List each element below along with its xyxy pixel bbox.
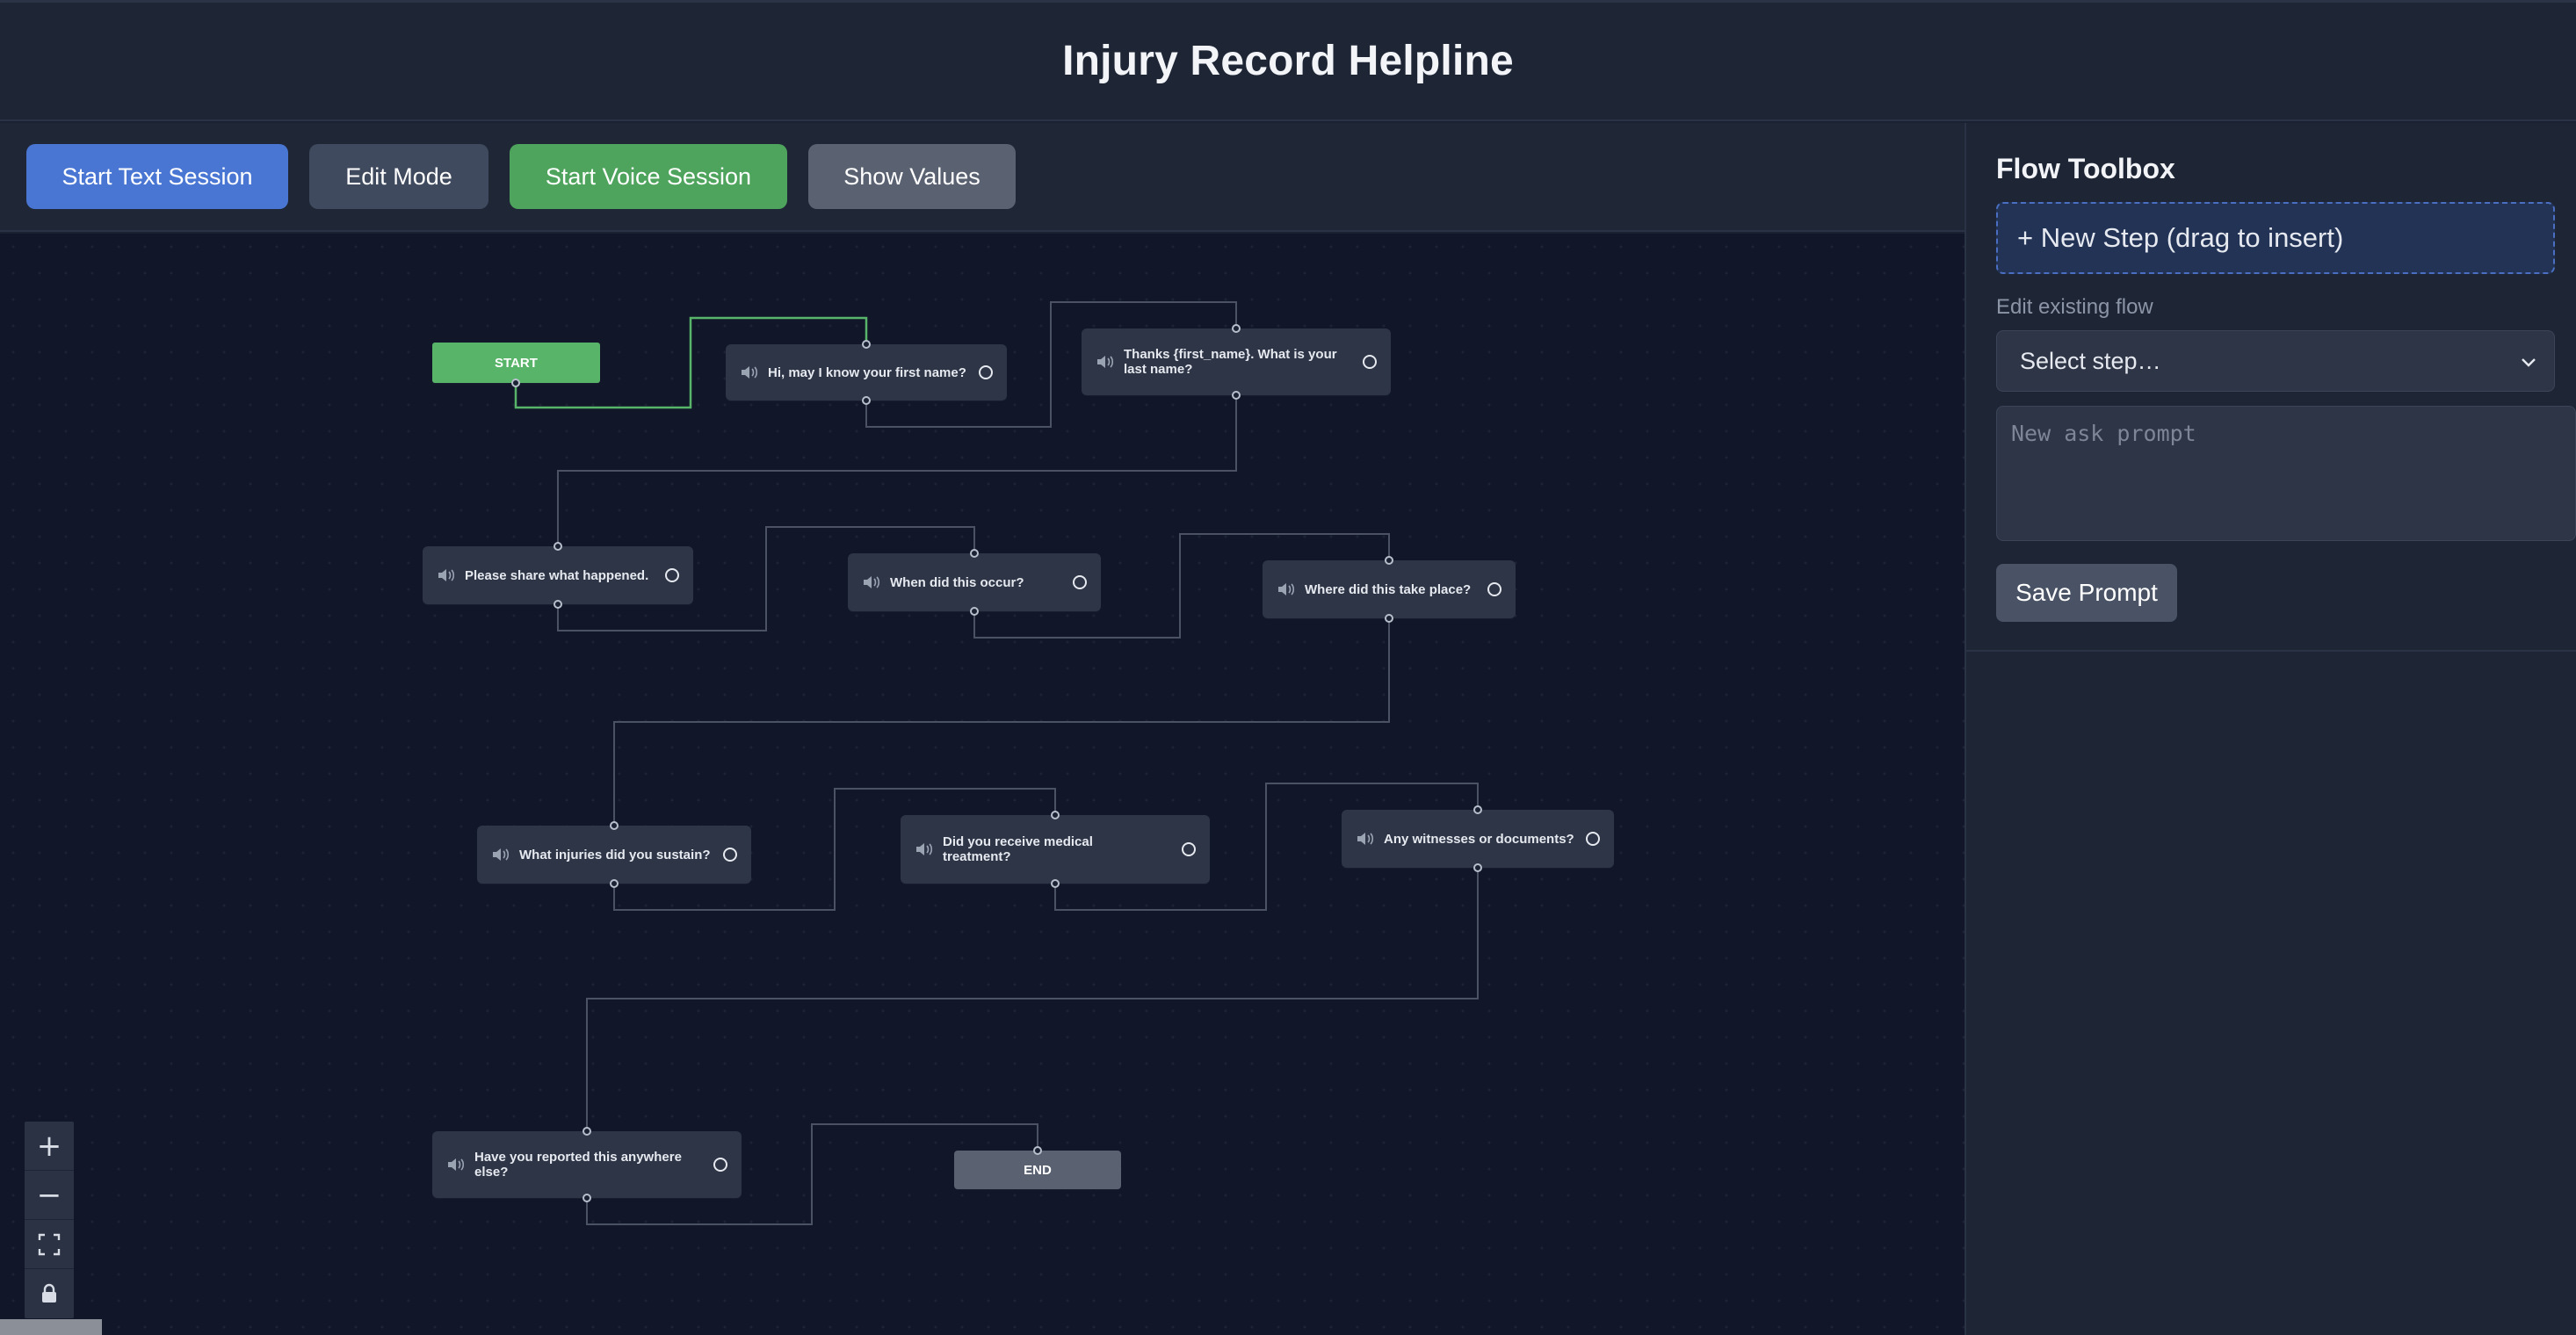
circle-icon	[979, 365, 993, 379]
flow-step[interactable]: Any witnesses or documents?	[1342, 810, 1614, 868]
toolbox-section: Flow Toolbox + New Step (drag to insert)…	[1966, 123, 2576, 652]
start-voice-session-button[interactable]: Start Voice Session	[510, 144, 787, 209]
speaker-icon	[1097, 356, 1114, 368]
node-handle[interactable]	[1033, 1146, 1042, 1155]
node-handle[interactable]	[610, 821, 619, 830]
flow-step[interactable]: Have you reported this anywhere else?	[432, 1131, 742, 1198]
flow-canvas[interactable]: START Hi, may I know your first name? Th…	[0, 234, 1965, 1335]
node-handle[interactable]	[1385, 614, 1393, 623]
edit-flow-label: Edit existing flow	[1996, 295, 2153, 319]
step-prompt: What injuries did you sustain?	[519, 847, 711, 862]
zoom-controls: + −	[25, 1122, 74, 1318]
flow-step[interactable]: When did this occur?	[848, 553, 1101, 611]
circle-icon	[665, 568, 679, 582]
start-label: START	[495, 355, 538, 371]
flow-step[interactable]: Hi, may I know your first name?	[726, 344, 1007, 400]
show-values-button[interactable]: Show Values	[808, 144, 1016, 209]
speaker-icon	[916, 843, 933, 855]
node-handle[interactable]	[582, 1127, 591, 1136]
flow-step[interactable]: Please share what happened.	[423, 546, 693, 604]
start-text-session-button[interactable]: Start Text Session	[26, 144, 288, 209]
edge-step8-step9	[586, 868, 1479, 1131]
zoom-in-button[interactable]: +	[25, 1122, 74, 1171]
step-select-value: Select step…	[2020, 347, 2161, 374]
flow-step[interactable]: Did you receive medical treatment?	[901, 815, 1210, 884]
speaker-icon	[1278, 583, 1295, 595]
fit-view-icon	[38, 1233, 61, 1255]
circle-icon	[1073, 575, 1087, 589]
lock-icon	[42, 1283, 56, 1303]
step-prompt: Where did this take place?	[1305, 581, 1472, 597]
start-node[interactable]: START	[432, 343, 600, 383]
flow-step[interactable]: Where did this take place?	[1263, 560, 1516, 618]
canvas-attribution	[0, 1319, 102, 1335]
circle-icon	[723, 848, 737, 862]
save-prompt-button[interactable]: Save Prompt	[1996, 564, 2177, 622]
flow-step[interactable]: Thanks {first_name}. What is your last n…	[1082, 328, 1391, 395]
new-step-draggable[interactable]: + New Step (drag to insert)	[1996, 202, 2555, 274]
zoom-out-button[interactable]: −	[25, 1171, 74, 1220]
step-prompt: Thanks {first_name}. What is your last n…	[1124, 347, 1337, 377]
step-select[interactable]: Select step…	[1996, 330, 2555, 392]
speaker-icon	[864, 576, 880, 588]
node-handle[interactable]	[1232, 324, 1241, 333]
chevron-down-icon	[2522, 358, 2536, 367]
circle-icon	[713, 1158, 727, 1172]
node-handle[interactable]	[554, 542, 562, 551]
node-handle[interactable]	[610, 879, 619, 888]
step-prompt: Please share what happened.	[465, 567, 649, 583]
step-prompt: When did this occur?	[890, 574, 1024, 590]
speaker-icon	[438, 569, 455, 581]
node-handle[interactable]	[1232, 391, 1241, 400]
circle-icon	[1487, 582, 1501, 596]
app-header: Injury Record Helpline	[0, 0, 2576, 121]
speaker-icon	[448, 1158, 465, 1171]
step-prompt: Hi, may I know your first name?	[768, 364, 966, 380]
edge-step5-step6	[613, 618, 1390, 826]
circle-icon	[1182, 842, 1196, 856]
flow-toolbox-panel: Flow Toolbox + New Step (drag to insert)…	[1965, 123, 2576, 1335]
toolbox-title: Flow Toolbox	[1996, 153, 2175, 184]
node-handle[interactable]	[582, 1194, 591, 1202]
fit-view-button[interactable]	[25, 1220, 74, 1269]
node-handle[interactable]	[1051, 879, 1060, 888]
end-node[interactable]: END	[954, 1151, 1121, 1189]
circle-icon	[1586, 832, 1600, 846]
page-title: Injury Record Helpline	[1062, 38, 1514, 84]
node-handle[interactable]	[1473, 805, 1482, 814]
step-prompt: Any witnesses or documents?	[1384, 831, 1574, 847]
speaker-icon	[493, 848, 510, 861]
node-handle[interactable]	[862, 340, 871, 349]
flow-step[interactable]: What injuries did you sustain?	[477, 826, 751, 884]
edge-step2-step3	[557, 395, 1237, 546]
session-toolbar: Start Text Session Edit Mode Start Voice…	[0, 123, 1965, 232]
node-handle[interactable]	[1051, 811, 1060, 819]
step-prompt: Did you receive medical treatment?	[943, 834, 1093, 864]
ask-prompt-input[interactable]	[1996, 406, 2576, 541]
node-handle[interactable]	[1385, 556, 1393, 565]
node-handle[interactable]	[511, 379, 520, 387]
speaker-icon	[1357, 833, 1374, 845]
node-handle[interactable]	[970, 607, 979, 616]
node-handle[interactable]	[554, 600, 562, 609]
speaker-icon	[742, 366, 758, 379]
step-prompt: Have you reported this anywhere else?	[474, 1150, 682, 1180]
edit-mode-button[interactable]: Edit Mode	[309, 144, 488, 209]
circle-icon	[1363, 355, 1377, 369]
node-handle[interactable]	[970, 549, 979, 558]
end-label: END	[1024, 1162, 1052, 1178]
node-handle[interactable]	[1473, 863, 1482, 872]
lock-button[interactable]	[25, 1269, 74, 1318]
node-handle[interactable]	[862, 396, 871, 405]
